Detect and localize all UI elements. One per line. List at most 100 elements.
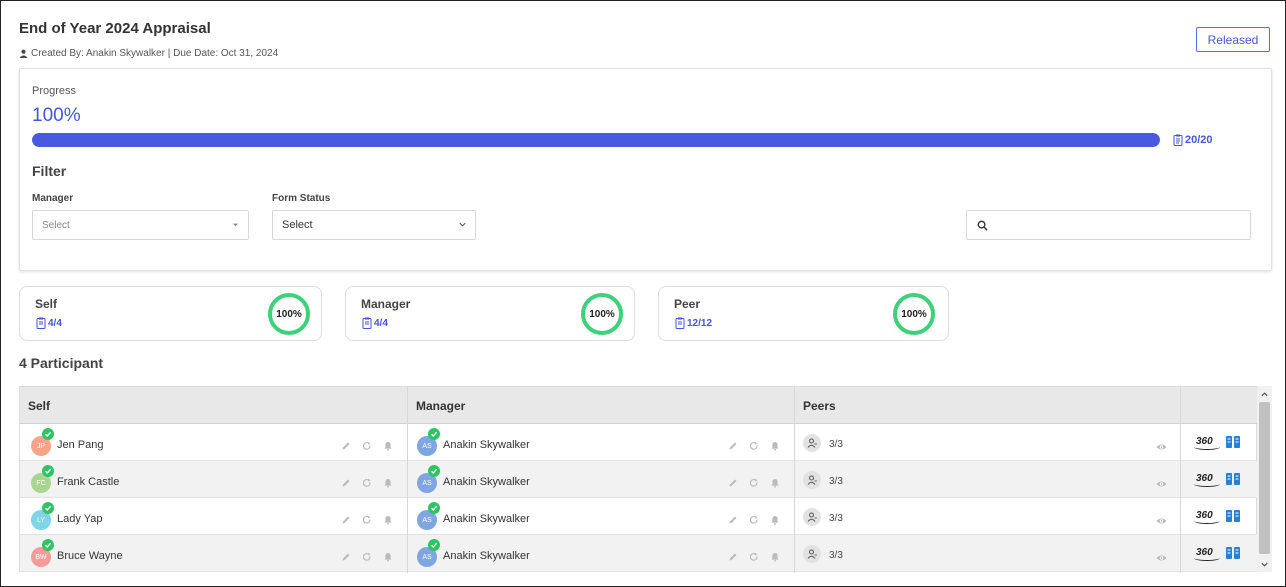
stat-card-self: Self 4/4 100%: [19, 286, 322, 341]
check-icon: [42, 502, 54, 514]
participants-table: Self Manager Peers JP Jen Pang AS Anakin Sk…: [19, 386, 1258, 573]
book-icon[interactable]: [1225, 546, 1241, 560]
stat-card-count-text: 4/4: [48, 317, 62, 329]
bell-icon[interactable]: [383, 549, 393, 562]
360-ring: [1194, 481, 1220, 487]
manager-name[interactable]: Anakin Skywalker: [443, 439, 530, 451]
filter-title: Filter: [32, 163, 67, 179]
table-header: Self Manager Peers: [20, 387, 1258, 424]
bell-icon[interactable]: [383, 512, 393, 525]
bell-icon[interactable]: [770, 512, 780, 525]
progress-filter-panel: Progress 100% 20/20 Filter Manager Selec…: [19, 68, 1272, 271]
refresh-icon[interactable]: [362, 512, 372, 524]
360-review-icon[interactable]: 360: [1194, 510, 1220, 524]
self-participant-name[interactable]: Lady Yap: [57, 513, 102, 525]
chevron-down-icon: [459, 222, 466, 227]
add-peer-icon[interactable]: [803, 471, 821, 489]
page-meta: Created By: Anakin Skywalker | Due Date:…: [19, 48, 278, 59]
check-icon: [428, 502, 440, 514]
book-icon[interactable]: [1225, 509, 1241, 523]
progress-bar-fill: [32, 133, 1160, 147]
edit-icon[interactable]: [341, 475, 351, 487]
stat-card-count: 4/4: [362, 317, 388, 329]
edit-icon[interactable]: [728, 438, 738, 450]
refresh-icon[interactable]: [749, 512, 759, 524]
check-icon: [428, 428, 440, 440]
self-participant-name[interactable]: Bruce Wayne: [57, 550, 123, 562]
bell-icon[interactable]: [770, 438, 780, 451]
refresh-icon[interactable]: [362, 438, 372, 450]
participants-title: 4 Participant: [19, 355, 104, 371]
form-status-select[interactable]: Select: [272, 210, 476, 240]
completion-ring: 100%: [268, 293, 310, 335]
search-input[interactable]: [966, 210, 1251, 240]
scroll-down-arrow-icon[interactable]: [1260, 560, 1269, 569]
eye-icon[interactable]: [1156, 439, 1167, 450]
column-header-manager: Manager: [416, 398, 466, 413]
released-button[interactable]: Released: [1196, 27, 1270, 52]
peer-count: 3/3: [829, 439, 843, 450]
stat-card-title: Manager: [361, 297, 411, 311]
stat-card-manager: Manager 4/4 100%: [345, 286, 635, 341]
manager-name[interactable]: Anakin Skywalker: [443, 476, 530, 488]
360-review-icon[interactable]: 360: [1194, 473, 1220, 487]
eye-icon[interactable]: [1156, 513, 1167, 524]
check-icon: [42, 428, 54, 440]
refresh-icon[interactable]: [749, 475, 759, 487]
eye-icon[interactable]: [1156, 476, 1167, 487]
manager-name[interactable]: Anakin Skywalker: [443, 513, 530, 525]
manager-select[interactable]: Select: [32, 210, 249, 240]
edit-icon[interactable]: [728, 512, 738, 524]
page-title: End of Year 2024 Appraisal: [19, 20, 211, 37]
refresh-icon[interactable]: [362, 475, 372, 487]
refresh-icon[interactable]: [749, 438, 759, 450]
progress-count[interactable]: 20/20: [1173, 134, 1213, 146]
360-review-icon[interactable]: 360: [1194, 436, 1220, 450]
stat-card-title: Peer: [674, 297, 701, 311]
self-participant-name[interactable]: Frank Castle: [57, 476, 119, 488]
table-row: FC Frank Castle AS Anakin Skywalker 3/3 360: [20, 461, 1258, 498]
stat-card-count: 12/12: [675, 317, 712, 329]
bell-icon[interactable]: [383, 475, 393, 488]
column-header-self: Self: [28, 398, 51, 413]
book-icon[interactable]: [1225, 472, 1241, 486]
360-review-icon[interactable]: 360: [1194, 547, 1220, 561]
refresh-icon[interactable]: [749, 549, 759, 561]
column-divider: [407, 387, 408, 573]
add-peer-icon[interactable]: [803, 508, 821, 526]
stat-card-title: Self: [35, 297, 58, 311]
progress-label: Progress: [32, 85, 77, 97]
stat-card-count-text: 12/12: [687, 317, 713, 329]
table-scrollbar-thumb[interactable]: [1259, 402, 1270, 554]
bell-icon[interactable]: [770, 475, 780, 488]
scroll-up-arrow-icon[interactable]: [1260, 390, 1269, 399]
form-status-filter-label: Form Status: [272, 193, 331, 204]
manager-name[interactable]: Anakin Skywalker: [443, 550, 530, 562]
progress-bar: [32, 133, 1160, 147]
check-icon: [42, 465, 54, 477]
edit-icon[interactable]: [341, 549, 351, 561]
bell-icon[interactable]: [770, 549, 780, 562]
add-peer-icon[interactable]: [803, 545, 821, 563]
add-peer-icon[interactable]: [803, 434, 821, 452]
stat-card-count: 4/4: [36, 317, 62, 329]
bell-icon[interactable]: [383, 438, 393, 451]
360-ring: [1194, 555, 1220, 561]
edit-icon[interactable]: [341, 512, 351, 524]
360-ring: [1194, 444, 1220, 450]
column-divider: [1180, 387, 1181, 573]
check-icon: [428, 465, 440, 477]
table-row: JP Jen Pang AS Anakin Skywalker 3/3 360: [20, 424, 1258, 461]
completion-ring: 100%: [893, 293, 935, 335]
column-header-actions: [1180, 387, 1258, 424]
column-header-peers: Peers: [803, 398, 836, 413]
book-icon[interactable]: [1225, 435, 1241, 449]
edit-icon[interactable]: [728, 475, 738, 487]
clipboard-icon: [362, 317, 372, 329]
eye-icon[interactable]: [1156, 550, 1167, 561]
edit-icon[interactable]: [728, 549, 738, 561]
self-participant-name[interactable]: Jen Pang: [57, 439, 103, 451]
edit-icon[interactable]: [341, 438, 351, 450]
caret-down-icon: [232, 223, 239, 227]
refresh-icon[interactable]: [362, 549, 372, 561]
